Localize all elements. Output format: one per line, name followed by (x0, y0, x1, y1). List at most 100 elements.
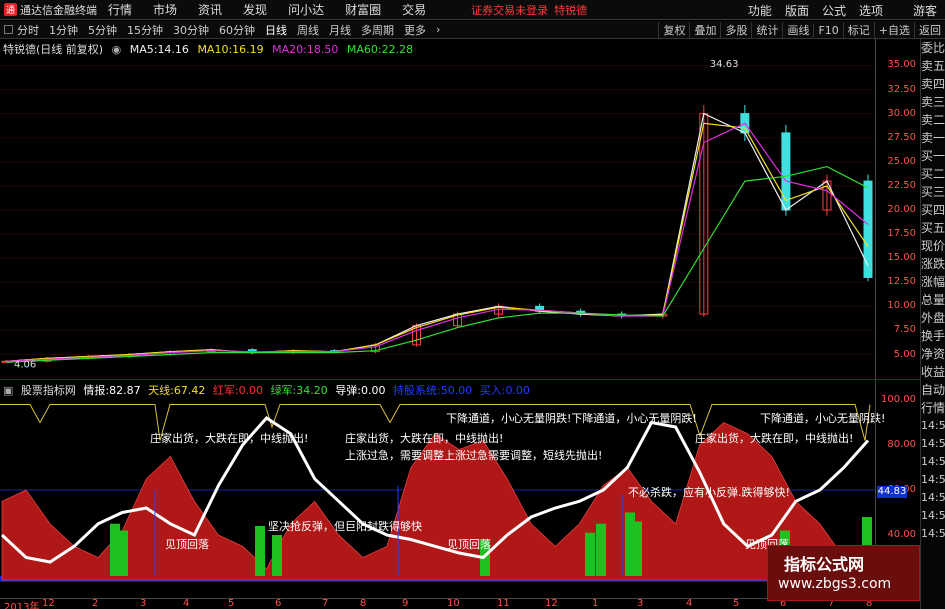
menu-functions[interactable]: 功能 (748, 2, 772, 19)
date-tick: 12 (42, 598, 55, 609)
tool-overlay[interactable]: 叠加 (689, 22, 720, 38)
indicator-name[interactable]: 股票指标网 (21, 384, 76, 397)
period-monthly[interactable]: 月线 (329, 22, 351, 38)
kline-chart[interactable]: 34.63 4.06 (0, 39, 875, 379)
period-30min[interactable]: 30分钟 (173, 22, 209, 38)
ma20-label: MA20:18.50 (272, 43, 339, 56)
stock-title: 特锐德(日线 前复权) (3, 43, 104, 56)
tool-back[interactable]: 返回 (914, 22, 945, 38)
tool-draw[interactable]: 画线 (782, 22, 813, 38)
side-tab-2[interactable]: 卖四 (921, 75, 945, 93)
indicator-tick: 100.00 (881, 394, 916, 405)
signal-annotation: 庄家出货，大跌在即，中线抛出! (150, 432, 309, 445)
menu-market[interactable]: 市场 (153, 1, 177, 18)
low-price-label: 4.06 (14, 360, 36, 371)
side-tab-4[interactable]: 卖二 (921, 111, 945, 129)
indicator-toggle-icon[interactable]: ▣ (3, 384, 13, 397)
ma5-label: MA5:14.16 (129, 43, 189, 56)
price-tick: 32.50 (887, 83, 916, 95)
period-intraday[interactable]: 分时 (17, 22, 39, 38)
side-tab-18[interactable]: 收益 (921, 363, 945, 381)
menu-wealth[interactable]: 财富圈 (345, 1, 381, 18)
menu-ask[interactable]: 问小达 (288, 1, 324, 18)
price-tick: 7.50 (893, 324, 916, 336)
date-tick: 12 (545, 598, 558, 609)
app-logo-icon: 通 (4, 3, 17, 16)
date-tick: 9 (402, 598, 409, 609)
side-time: 14:50 (921, 509, 945, 522)
indicator-panel[interactable]: ▣ 股票指标网 情报:82.87 天线:67.42 红军:0.00 绿军:34.… (0, 380, 885, 598)
menu-quotes[interactable]: 行情 (108, 1, 132, 18)
menu-options[interactable]: 选项 (859, 2, 883, 19)
price-tick: 20.00 (887, 204, 916, 215)
period-multi[interactable]: 多周期 (361, 22, 394, 38)
side-time: 14:50 (921, 491, 945, 504)
period-15min[interactable]: 15分钟 (127, 22, 163, 38)
tool-multi-stock[interactable]: 多股 (720, 22, 751, 38)
period-weekly[interactable]: 周线 (297, 22, 319, 38)
signal-annotation: 坚决抢反弹，但巨阳封跌得够快 (268, 520, 422, 533)
param-hold: 持股系统:50.00 (393, 384, 473, 397)
period-toggle-icon[interactable] (4, 25, 13, 34)
side-tab-1[interactable]: 卖五 (921, 57, 945, 75)
side-time: 14:50 (921, 455, 945, 468)
guest-label[interactable]: 游客 (913, 2, 937, 19)
current-value-badge: 44.83 (877, 486, 907, 498)
side-tab-11[interactable]: 现价 (921, 237, 945, 255)
signal-annotation: 庄家出货，大跌在即，中线抛出! (695, 432, 854, 445)
side-tab-7[interactable]: 买二 (921, 165, 945, 183)
login-warning[interactable]: 证券交易未登录 (471, 2, 548, 18)
side-tab-10[interactable]: 买五 (921, 219, 945, 237)
period-5min[interactable]: 5分钟 (88, 22, 117, 38)
menu-discover[interactable]: 发现 (243, 1, 267, 18)
menu-trade[interactable]: 交易 (402, 1, 426, 18)
period-60min[interactable]: 60分钟 (219, 22, 255, 38)
side-tab-lower-1[interactable]: 行情 (921, 399, 945, 417)
side-tab-6[interactable]: 买一 (921, 147, 945, 165)
menu-formula[interactable]: 公式 (822, 2, 846, 19)
menu-news[interactable]: 资讯 (198, 1, 222, 18)
chart-toolbar: 复权 叠加 多股 统计 画线 F10 标记 +自选 返回 (658, 21, 945, 39)
kline-panel[interactable]: 34.63 4.06 特锐德(日线 前复权) ◉ MA5:14.16 MA10:1… (0, 39, 875, 379)
param-info: 情报:82.87 (83, 384, 141, 397)
tool-mark[interactable]: 标记 (842, 22, 874, 38)
ma10-label: MA10:16.19 (197, 43, 264, 56)
price-tick: 15.00 (887, 252, 916, 264)
quote-side-panel: 委比 卖五 卖四 卖三 卖二 卖一 买一 买二 买三 买四 买五 现价 涨跌 涨幅 总量 外盘 换手 净资 收益 自动… (920, 39, 945, 609)
date-tick: 7 (322, 598, 329, 609)
period-more-arrow-icon[interactable]: › (436, 23, 440, 36)
side-tab-9[interactable]: 买四 (921, 201, 945, 219)
price-tick: 5.00 (893, 348, 916, 360)
period-1min[interactable]: 1分钟 (49, 22, 78, 38)
high-price-label: 34.63 (710, 59, 739, 70)
side-tab-13[interactable]: 涨幅 (921, 273, 945, 291)
date-tick: 5 (228, 598, 235, 609)
price-tick: 17.50 (887, 228, 916, 240)
tool-f10[interactable]: F10 (813, 23, 842, 37)
period-more[interactable]: 更多 (404, 22, 426, 38)
side-tab-5[interactable]: 卖一 (921, 129, 945, 147)
signal-annotation: 不必杀跌，应有小反弹.跌得够快! (628, 486, 790, 499)
kline-info-bar: 特锐德(日线 前复权) ◉ MA5:14.16 MA10:16.19 MA20:… (3, 41, 418, 57)
date-tick: 4 (686, 598, 693, 609)
ma-line-ma20 (5, 122, 869, 362)
gear-icon[interactable]: ◉ (112, 43, 122, 56)
side-tab-17[interactable]: 净资 (921, 345, 945, 363)
date-tick: 1 (592, 598, 599, 609)
side-tab-3[interactable]: 卖三 (921, 93, 945, 111)
price-tick: 25.00 (887, 155, 916, 167)
menu-layout[interactable]: 版面 (785, 2, 809, 19)
side-tab-8[interactable]: 买三 (921, 183, 945, 201)
side-tab-15[interactable]: 外盘 (921, 309, 945, 327)
side-tab-16[interactable]: 换手 (921, 327, 945, 345)
side-tab-0[interactable]: 委比 (921, 39, 945, 57)
date-tick: 10 (447, 598, 460, 609)
side-tab-lower-0[interactable]: 自动 (921, 381, 945, 399)
tool-stats[interactable]: 统计 (751, 22, 782, 38)
green-army-bar (585, 532, 595, 576)
period-daily[interactable]: 日线 (265, 22, 287, 38)
tool-add-watchlist[interactable]: +自选 (873, 22, 914, 38)
side-tab-14[interactable]: 总量 (921, 291, 945, 309)
side-tab-12[interactable]: 涨跌 (921, 255, 945, 273)
tool-rights[interactable]: 复权 (658, 22, 689, 38)
